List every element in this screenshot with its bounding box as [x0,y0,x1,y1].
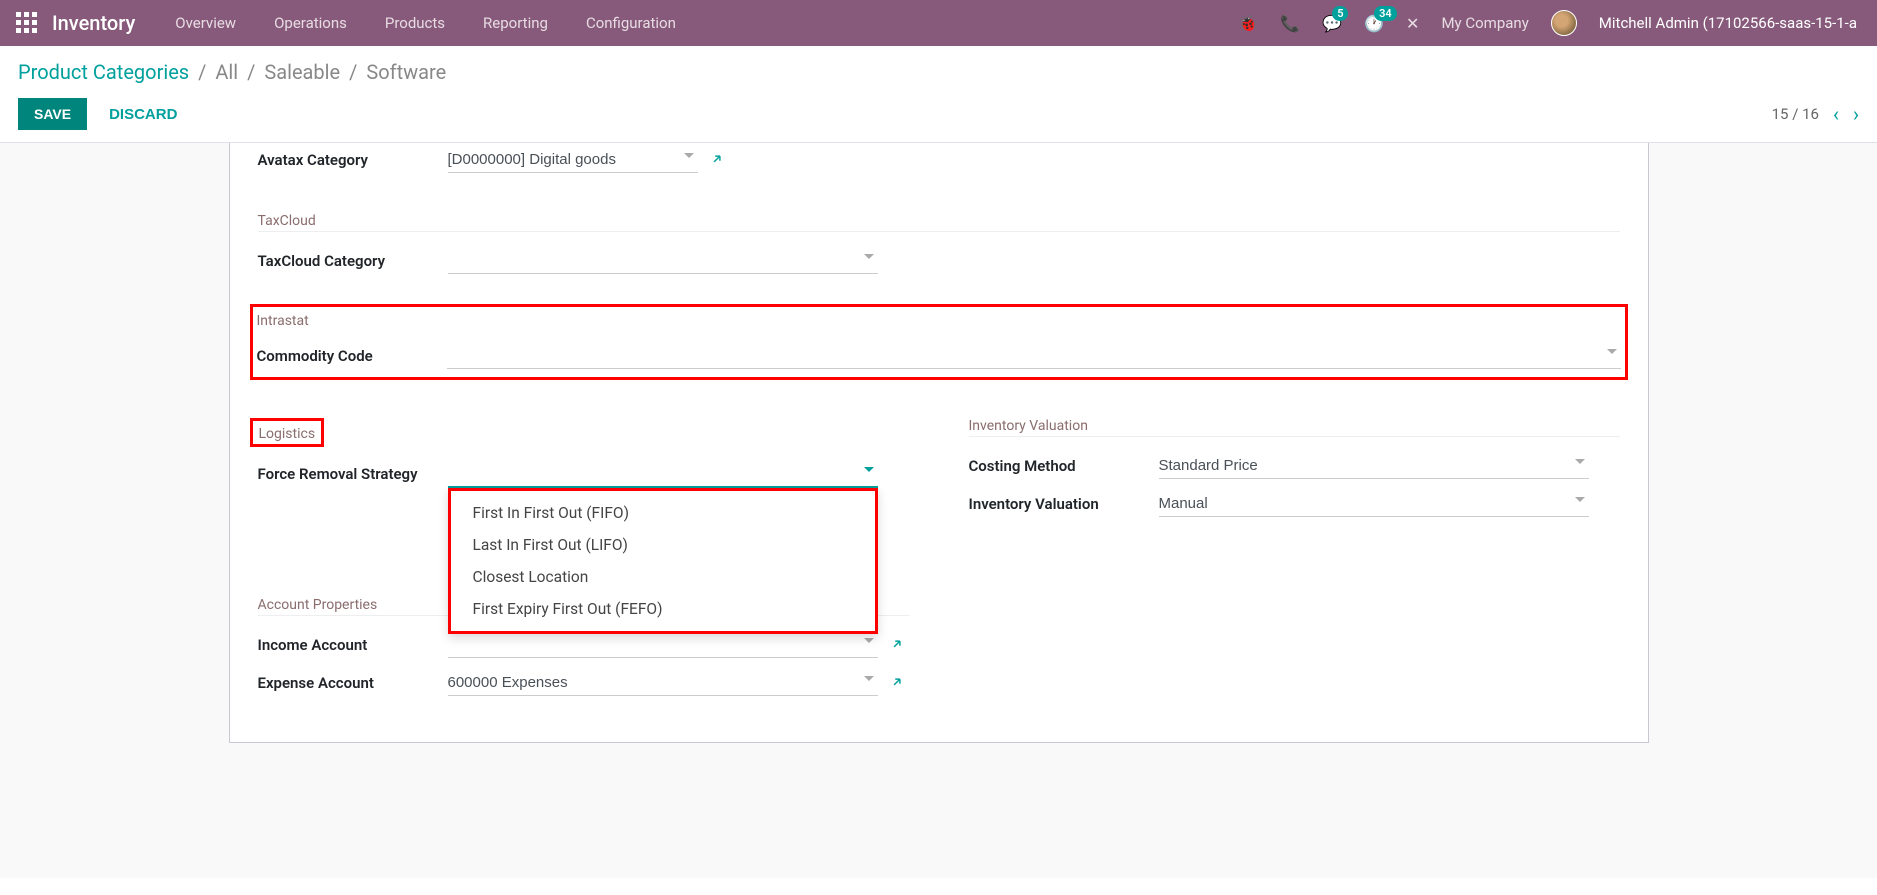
dropdown-item-lifo[interactable]: Last In First Out (LIFO) [451,529,875,561]
discard-button[interactable]: DISCARD [109,106,177,123]
chevron-down-icon[interactable] [864,467,874,472]
external-link-icon[interactable] [890,636,904,655]
chevron-down-icon[interactable] [1575,459,1585,464]
logistics-section-title: Logistics [259,426,316,444]
chevron-down-icon[interactable] [864,676,874,681]
removal-strategy-dropdown: First In First Out (FIFO) Last In First … [448,488,878,634]
breadcrumb-all[interactable]: All [215,60,238,84]
external-link-icon[interactable] [890,674,904,693]
commodity-code-input[interactable] [447,343,1621,369]
username[interactable]: Mitchell Admin (17102566-saas-15-1-a [1599,14,1857,32]
chevron-down-icon[interactable] [684,153,694,158]
phone-icon[interactable]: 📞 [1280,14,1300,33]
breadcrumb-root[interactable]: Product Categories [18,60,189,84]
nav-operations[interactable]: Operations [274,14,347,32]
activities-icon[interactable]: 🕐34 [1364,14,1384,33]
breadcrumb-current: Software [366,60,446,84]
inventory-valuation-label: Inventory Valuation [969,495,1159,513]
breadcrumb: Product Categories / All / Saleable / So… [18,60,1859,84]
income-account-input[interactable] [448,632,878,658]
costing-method-input[interactable] [1159,453,1589,479]
chevron-down-icon[interactable] [1575,497,1585,502]
dropdown-item-fefo[interactable]: First Expiry First Out (FEFO) [451,593,875,625]
taxcloud-category-input[interactable] [448,248,878,274]
pager-count[interactable]: 15 / 16 [1772,105,1819,123]
apps-icon[interactable] [16,12,38,34]
messages-badge: 5 [1332,6,1348,21]
expense-account-input[interactable] [448,670,878,696]
nav-menu: Overview Operations Products Reporting C… [175,14,1238,32]
chevron-down-icon[interactable] [864,254,874,259]
costing-method-label: Costing Method [969,457,1159,475]
tools-icon[interactable]: ✕ [1406,14,1419,33]
messages-icon[interactable]: 💬5 [1322,14,1342,33]
company-switcher[interactable]: My Company [1441,14,1528,32]
commodity-code-label: Commodity Code [257,347,447,365]
removal-strategy-label: Force Removal Strategy [258,465,448,483]
app-name[interactable]: Inventory [52,11,135,35]
removal-strategy-input[interactable] [448,461,878,488]
intrastat-section-title: Intrastat [257,313,1621,331]
breadcrumb-saleable[interactable]: Saleable [264,60,340,84]
external-link-icon[interactable] [710,151,724,170]
nav-configuration[interactable]: Configuration [586,14,676,32]
nav-reporting[interactable]: Reporting [483,14,548,32]
pager-next-icon[interactable]: › [1853,102,1859,126]
taxcloud-category-label: TaxCloud Category [258,252,448,270]
chevron-down-icon[interactable] [1607,349,1617,354]
income-account-label: Income Account [258,636,448,654]
inventory-valuation-section-title: Inventory Valuation [969,418,1620,437]
taxcloud-section-title: TaxCloud [258,213,1620,232]
bug-icon[interactable]: 🐞 [1238,14,1258,33]
nav-overview[interactable]: Overview [175,14,236,32]
expense-account-label: Expense Account [258,674,448,692]
inventory-valuation-input[interactable] [1159,491,1589,517]
avatar[interactable] [1551,10,1577,36]
dropdown-item-fifo[interactable]: First In First Out (FIFO) [451,497,875,529]
pager-prev-icon[interactable]: ‹ [1833,102,1839,126]
activities-badge: 34 [1374,6,1397,21]
nav-products[interactable]: Products [385,14,445,32]
avatax-category-input[interactable] [448,147,698,173]
dropdown-item-closest[interactable]: Closest Location [451,561,875,593]
chevron-down-icon[interactable] [864,638,874,643]
save-button[interactable]: SAVE [18,98,87,130]
avatax-category-label: Avatax Category [258,151,448,169]
